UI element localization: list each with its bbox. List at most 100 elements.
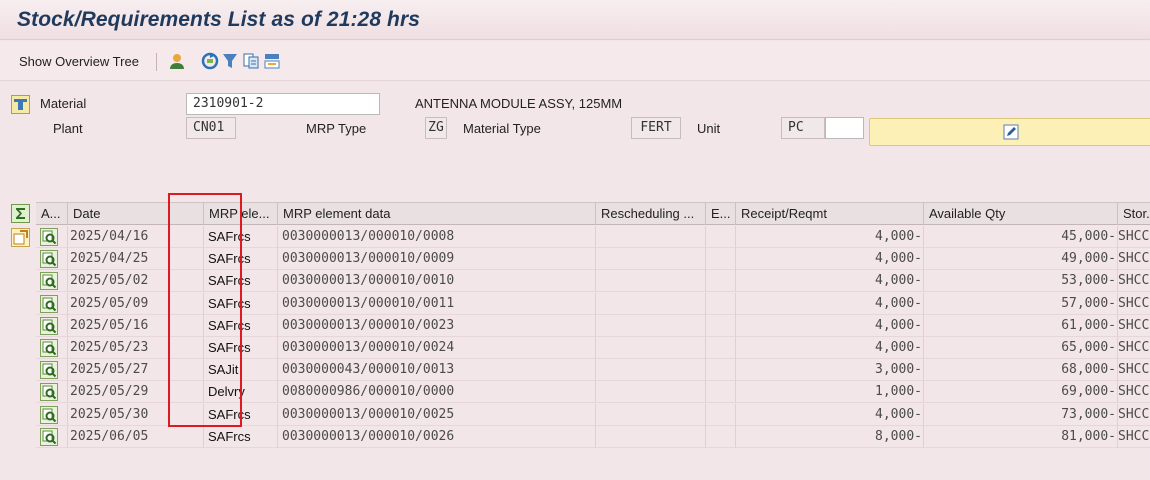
table-row[interactable]: 2025/05/23 SAFrcs 0030000013/000010/0024 4,… [36, 337, 1150, 359]
rescheduling-cell [596, 248, 706, 271]
rescheduling-cell [596, 425, 706, 448]
table-row[interactable]: 2025/05/16 SAFrcs 0030000013/000010/0023 4,… [36, 314, 1150, 337]
unit-field[interactable]: PC [781, 117, 825, 139]
plant-field[interactable]: CN01 [186, 117, 236, 139]
column-header-rescheduling[interactable]: Rescheduling ... [596, 203, 706, 225]
grid-header: A... Date MRP ele... MRP element data Re… [36, 202, 1150, 225]
column-header-receipt-reqmt[interactable]: Receipt/Reqmt [736, 203, 924, 225]
rescheduling-cell [596, 270, 706, 293]
mrp-element-data-cell: 0030000013/000010/0025 [278, 403, 596, 426]
mrp-element-data-cell: 0030000013/000010/0011 [278, 292, 596, 315]
available-qty-cell: 57,000- [924, 292, 1118, 315]
plant-label: Plant [53, 121, 83, 136]
exception-cell [706, 359, 736, 382]
row-detail-cell [36, 381, 68, 404]
table-row[interactable]: 2025/05/09 SAFrcs 0030000013/000010/0011 4,… [36, 292, 1150, 315]
layout-icon[interactable] [263, 52, 281, 70]
mrp-element-data-cell: 0030000013/000010/0008 [278, 226, 596, 248]
storage-location-cell: SHCC [1118, 293, 1150, 315]
available-qty-cell: 49,000- [924, 248, 1118, 271]
exception-cell [706, 314, 736, 337]
rescheduling-cell [596, 359, 706, 382]
available-qty-cell: 61,000- [924, 314, 1118, 337]
receipt-reqmt-cell: 4,000- [736, 292, 924, 315]
date-cell: 2025/05/30 [68, 403, 204, 426]
user-icon[interactable] [168, 52, 186, 70]
filter-icon[interactable] [221, 52, 239, 70]
row-detail-cell [36, 314, 68, 337]
magnifier-icon[interactable] [40, 272, 58, 291]
material-type-field[interactable]: FERT [631, 117, 681, 139]
column-header-available-qty[interactable]: Available Qty [924, 203, 1118, 225]
magnifier-icon[interactable] [40, 339, 58, 357]
magnifier-icon[interactable] [40, 361, 58, 380]
magnifier-icon[interactable] [40, 405, 58, 424]
table-row[interactable]: 2025/05/02 SAFrcs 0030000013/000010/0010 4,… [36, 270, 1150, 293]
column-header-stor[interactable]: Stor... [1118, 203, 1150, 225]
receipt-reqmt-cell: 4,000- [736, 337, 924, 359]
available-qty-cell: 73,000- [924, 403, 1118, 426]
rescheduling-cell [596, 292, 706, 315]
page-title: Stock/Requirements List as of 21:28 hrs [17, 8, 421, 31]
storage-location-cell: SHCC [1118, 426, 1150, 448]
receipt-reqmt-cell: 4,000- [736, 270, 924, 293]
available-qty-cell: 65,000- [924, 337, 1118, 359]
material-master-icon[interactable] [11, 95, 30, 114]
mrp-element-data-cell: 0030000013/000010/0009 [278, 248, 596, 271]
mrp-type-field[interactable]: ZG [425, 117, 447, 139]
available-qty-cell: 69,000- [924, 381, 1118, 404]
magnifier-icon[interactable] [40, 294, 58, 313]
column-header-mrp-element[interactable]: MRP ele... [204, 203, 278, 225]
row-detail-cell [36, 403, 68, 426]
table-row[interactable]: 2025/06/05 SAFrcs 0030000013/000010/0026 8,… [36, 425, 1150, 448]
exception-cell [706, 292, 736, 315]
magnifier-icon[interactable] [40, 427, 58, 446]
rescheduling-cell [596, 314, 706, 337]
receipt-reqmt-cell: 4,000- [736, 226, 924, 248]
date-cell: 2025/04/25 [68, 248, 204, 271]
magnifier-icon[interactable] [40, 250, 58, 269]
exception-cell [706, 337, 736, 359]
column-header-e[interactable]: E... [706, 203, 736, 225]
unit-extra-field[interactable] [825, 117, 864, 139]
rescheduling-cell [596, 381, 706, 404]
receipt-reqmt-cell: 4,000- [736, 248, 924, 271]
exception-cell [706, 381, 736, 404]
magnifier-icon[interactable] [40, 228, 58, 246]
column-header-a[interactable]: A... [36, 203, 68, 225]
edit-button[interactable] [869, 118, 1150, 146]
receipt-reqmt-cell: 4,000- [736, 403, 924, 426]
mrp-element-data-cell: 0030000013/000010/0023 [278, 314, 596, 337]
table-row[interactable]: 2025/04/16 SAFrcs 0030000013/000010/0008 4,… [36, 226, 1150, 248]
table-row[interactable]: 2025/05/30 SAFrcs 0030000013/000010/0025 4,… [36, 403, 1150, 426]
mrp-element-cell: SAFrcs [204, 292, 278, 315]
magnifier-icon[interactable] [40, 316, 58, 335]
table-row[interactable]: 2025/05/29 Delvry 0080000986/000010/0000 1,… [36, 381, 1150, 404]
exception-cell [706, 425, 736, 448]
material-field[interactable]: 2310901-2 [186, 93, 380, 115]
refresh-icon[interactable] [201, 52, 219, 70]
show-overview-tree-button[interactable]: Show Overview Tree [19, 54, 139, 69]
date-cell: 2025/05/27 [68, 359, 204, 382]
table-row[interactable]: 2025/04/25 SAFrcs 0030000013/000010/0009 4,… [36, 248, 1150, 271]
mrp-element-cell: SAFrcs [204, 314, 278, 337]
compare-icon[interactable] [242, 52, 260, 70]
rescheduling-cell [596, 403, 706, 426]
date-cell: 2025/04/16 [68, 226, 204, 248]
column-header-date[interactable]: Date [68, 203, 204, 225]
mrp-element-data-cell: 0080000986/000010/0000 [278, 381, 596, 404]
toolbar: Show Overview Tree [0, 41, 1150, 81]
magnifier-icon[interactable] [40, 383, 58, 402]
storage-location-cell: SHCC [1118, 404, 1150, 426]
mrp-element-cell: SAFrcs [204, 425, 278, 448]
title-bar: Stock/Requirements List as of 21:28 hrs [0, 0, 1150, 40]
storage-location-cell: SHCC [1118, 248, 1150, 270]
toolbar-separator [156, 53, 157, 71]
mrp-element-data-cell: 0030000013/000010/0026 [278, 425, 596, 448]
mrp-element-data-cell: 0030000043/000010/0013 [278, 359, 596, 382]
available-qty-cell: 53,000- [924, 270, 1118, 293]
table-row[interactable]: 2025/05/27 SAJit 0030000043/000010/0013 3,0… [36, 359, 1150, 382]
column-header-mrp-element-data[interactable]: MRP element data [278, 203, 596, 225]
mrp-type-label: MRP Type [306, 121, 367, 136]
exception-cell [706, 248, 736, 271]
